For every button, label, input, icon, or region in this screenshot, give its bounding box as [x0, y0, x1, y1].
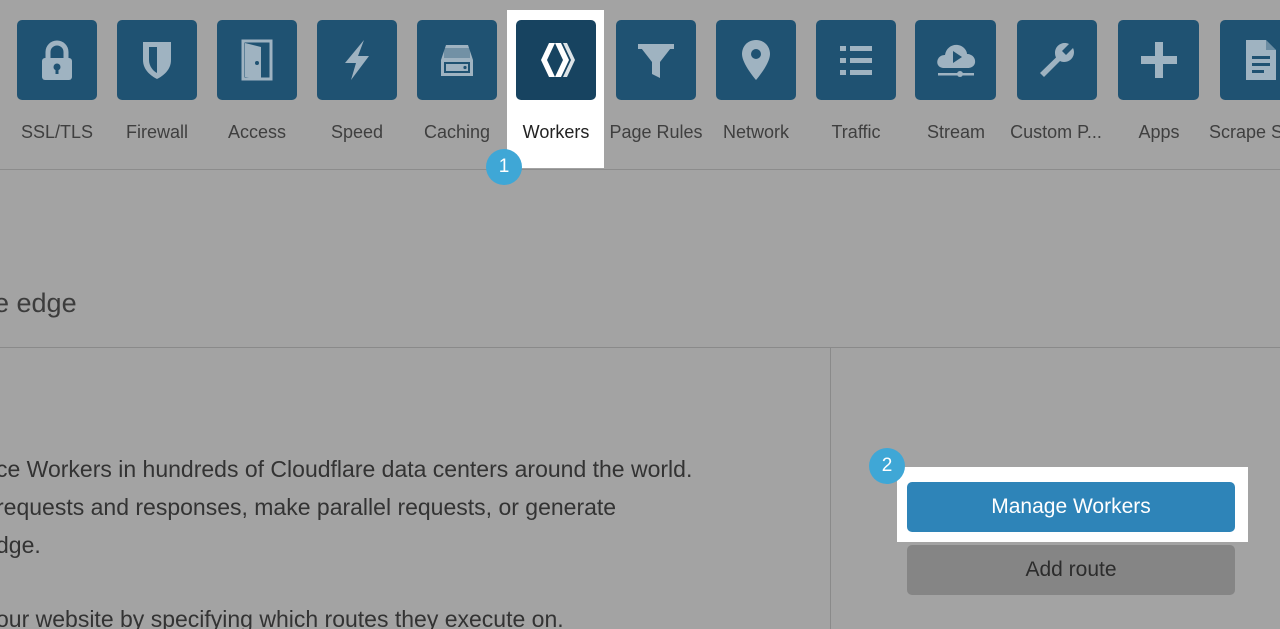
description-line-4: our website by specifying which routes t…: [0, 606, 564, 629]
nav-label-caching[interactable]: Caching: [402, 122, 512, 143]
lock-icon: [42, 40, 72, 80]
nav-tile-network[interactable]: [716, 20, 796, 100]
nav-label-custom-pages[interactable]: Custom P...: [1001, 122, 1111, 143]
nav-label-scrape-shield[interactable]: Scrape S: [1209, 122, 1280, 143]
nav-label-page-rules[interactable]: Page Rules: [601, 122, 711, 143]
column-divider: [830, 348, 831, 629]
section-title: e edge: [0, 288, 77, 318]
section-divider: [0, 347, 1280, 348]
nav-tile-ssl-tls[interactable]: [17, 20, 97, 100]
step-callout-1: 1: [486, 149, 522, 185]
nav-label-workers[interactable]: Workers: [501, 122, 611, 143]
nav-label-network[interactable]: Network: [701, 122, 811, 143]
nav-tile-firewall[interactable]: [117, 20, 197, 100]
wrench-icon: [1040, 43, 1074, 77]
shield-icon: [143, 42, 171, 79]
nav-tile-page-rules[interactable]: [616, 20, 696, 100]
filter-icon: [638, 44, 674, 78]
nav-tile-scrape-shield[interactable]: [1220, 20, 1280, 100]
nav-tile-custom-pages[interactable]: [1017, 20, 1097, 100]
workers-icon: [541, 43, 575, 77]
document-icon: [1246, 40, 1276, 80]
nav-tile-traffic[interactable]: [816, 20, 896, 100]
plus-icon: [1140, 42, 1177, 78]
lightning-icon: [345, 40, 369, 80]
nav-label-access[interactable]: Access: [202, 122, 312, 143]
nav-divider: [0, 169, 1280, 170]
step-callout-2: 2: [869, 448, 905, 484]
nav-tile-speed[interactable]: [317, 20, 397, 100]
cloud-play-icon: [936, 44, 975, 77]
nav-label-stream[interactable]: Stream: [901, 122, 1011, 143]
nav-label-traffic[interactable]: Traffic: [801, 122, 911, 143]
nav-label-firewall[interactable]: Firewall: [102, 122, 212, 143]
nav-tile-workers[interactable]: [516, 20, 596, 100]
server-icon: [441, 45, 473, 76]
description-line-1: ce Workers in hundreds of Cloudflare dat…: [0, 456, 693, 482]
description-line-3: dge.: [0, 532, 41, 558]
nav-tile-stream[interactable]: [915, 20, 996, 100]
nav-tile-access[interactable]: [217, 20, 297, 100]
nav-tile-apps[interactable]: [1118, 20, 1199, 100]
location-pin-icon: [742, 40, 770, 80]
manage-workers-button[interactable]: Manage Workers: [907, 482, 1235, 532]
nav-tile-caching[interactable]: [417, 20, 497, 100]
nav-label-speed[interactable]: Speed: [302, 122, 412, 143]
add-route-button[interactable]: Add route: [907, 545, 1235, 595]
nav-label-apps[interactable]: Apps: [1104, 122, 1214, 143]
nav-label-ssl-tls[interactable]: SSL/TLS: [2, 122, 112, 143]
list-icon: [840, 46, 872, 75]
door-icon: [241, 39, 273, 81]
description-line-2: requests and responses, make parallel re…: [0, 494, 617, 520]
